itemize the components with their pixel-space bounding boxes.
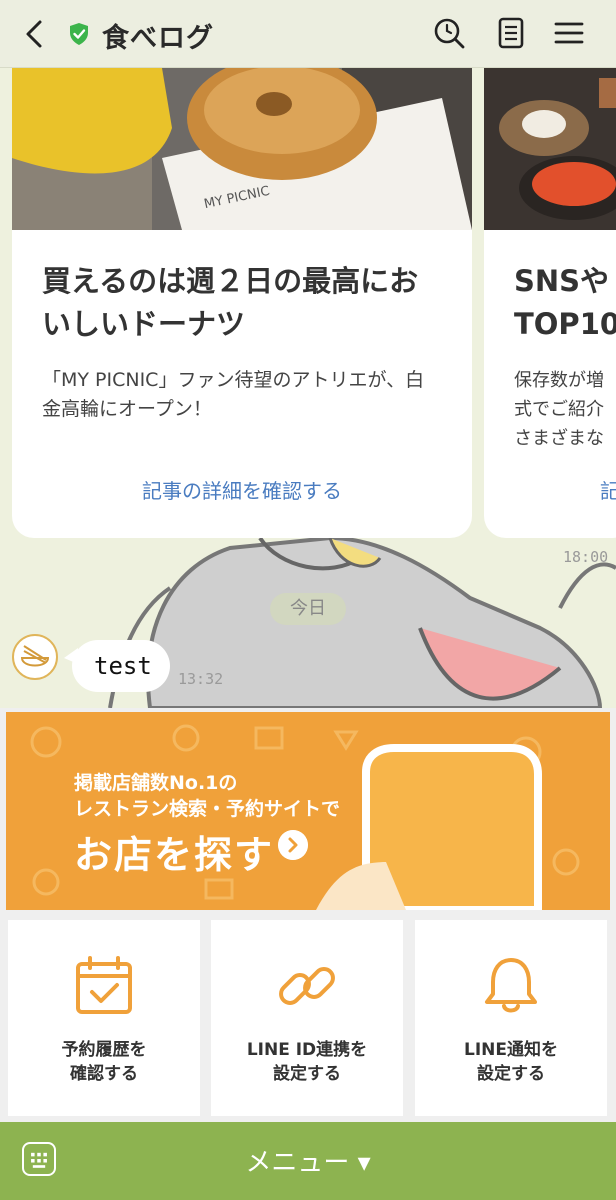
banner-subtitle: 掲載店舗数No.1の xyxy=(74,772,238,794)
search-icon[interactable] xyxy=(432,16,466,50)
menu-bar[interactable]: メニュー ▾ xyxy=(0,1122,616,1200)
card-title: SNSや TOP10 xyxy=(484,230,616,346)
card-timestamp: 18:00 xyxy=(563,548,609,566)
hamburger-menu-icon[interactable] xyxy=(552,16,586,50)
message-timestamp: 13:32 xyxy=(178,670,224,688)
chat-title: 食べログ xyxy=(102,23,214,54)
card-title-line: SNSや xyxy=(514,264,610,298)
chevron-right-icon xyxy=(278,830,308,860)
notes-icon[interactable] xyxy=(494,16,528,50)
card-desc-line: さまざまな xyxy=(514,428,604,449)
back-arrow-icon[interactable] xyxy=(18,18,50,50)
rich-menu: 掲載店舗数No.1の レストラン検索・予約サイトで お店を探す 予約履歴を 確認… xyxy=(0,708,616,1122)
article-detail-link[interactable]: 記 xyxy=(484,475,616,504)
card-desc-line: 式でご紹介 xyxy=(514,399,604,420)
food-photo xyxy=(484,68,616,230)
tile-label: LINE ID連携を 設定する xyxy=(211,1038,403,1086)
tile-label-line: LINE ID連携を xyxy=(246,1040,368,1060)
chat-area[interactable]: MY PICNIC 買えるのは週２日の最高においしいドーナツ 「MY PICNI… xyxy=(0,68,616,708)
line-id-link-button[interactable]: LINE ID連携を 設定する xyxy=(211,920,403,1116)
card-description: 「MY PICNIC」ファン待望のアトリエが、白金高輪にオープン！ xyxy=(42,369,425,420)
chat-header: 食べログ xyxy=(0,0,616,68)
line-notification-button[interactable]: LINE通知を 設定する xyxy=(415,920,607,1116)
tile-label-line: 設定する xyxy=(477,1064,545,1084)
chopsticks-bowl-icon xyxy=(20,645,50,667)
find-restaurant-cta[interactable]: お店を探す xyxy=(74,824,274,879)
article-card-partial[interactable]: SNSや TOP10 保存数が増 式でご紹介 さまざまな 記 xyxy=(484,68,616,538)
calendar-check-icon xyxy=(76,956,132,1014)
reservation-history-button[interactable]: 予約履歴を 確認する xyxy=(8,920,200,1116)
date-separator: 今日 xyxy=(270,593,346,625)
tile-label: 予約履歴を 確認する xyxy=(8,1038,200,1086)
tile-label-line: LINE通知を xyxy=(464,1040,558,1060)
bell-icon xyxy=(485,958,537,1013)
donut-photo: MY PICNIC xyxy=(12,68,472,230)
tile-label-line: 確認する xyxy=(70,1064,138,1084)
message-bubble[interactable]: test xyxy=(72,640,170,692)
card-title: 買えるのは週２日の最高においしいドーナツ xyxy=(42,264,419,341)
card-title-line: TOP10 xyxy=(514,307,616,341)
search-restaurant-banner[interactable]: 掲載店舗数No.1の レストラン検索・予約サイトで お店を探す xyxy=(6,712,610,910)
verified-shield-icon xyxy=(70,23,88,45)
banner-subtitle: レストラン検索・予約サイトで xyxy=(74,798,341,820)
tile-label: LINE通知を 設定する xyxy=(415,1038,607,1086)
article-detail-link[interactable]: 記事の詳細を確認する xyxy=(12,475,472,504)
card-desc-line: 保存数が増 xyxy=(514,370,604,391)
link-chain-icon xyxy=(279,967,335,1005)
article-card[interactable]: MY PICNIC 買えるのは週２日の最高においしいドーナツ 「MY PICNI… xyxy=(12,68,472,538)
tile-label-line: 予約履歴を xyxy=(61,1040,147,1060)
avatar[interactable] xyxy=(12,634,58,680)
menu-toggle[interactable]: メニュー ▾ xyxy=(0,1142,616,1179)
tile-label-line: 設定する xyxy=(273,1064,341,1084)
card-description: 保存数が増 式でご紹介 さまざまな xyxy=(484,346,616,453)
